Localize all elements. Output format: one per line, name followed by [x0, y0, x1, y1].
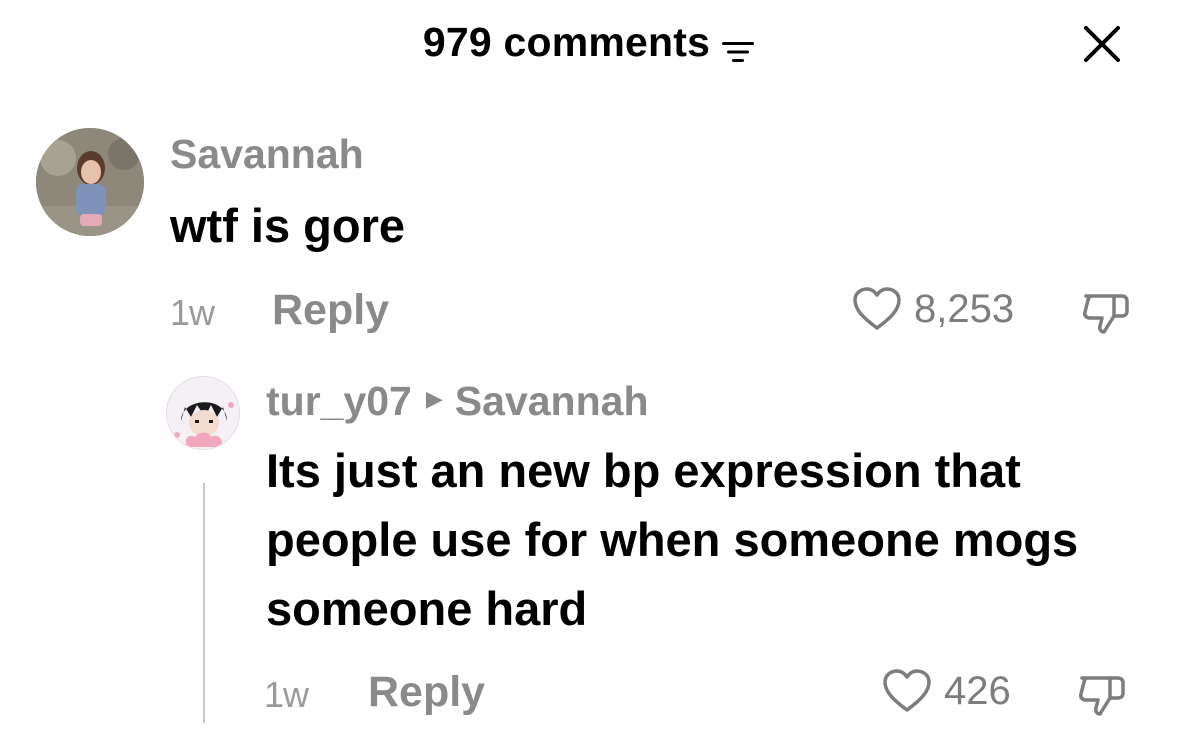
heart-icon: [853, 287, 901, 330]
comment-username[interactable]: Savannah: [170, 130, 364, 178]
dislike-button[interactable]: [1080, 288, 1132, 341]
reply-button[interactable]: Reply: [272, 286, 389, 335]
thumbs-down-icon: [1079, 676, 1125, 716]
reply-button[interactable]: Reply: [368, 668, 485, 717]
avatar[interactable]: [166, 376, 240, 450]
thumbs-down-icon: [1083, 294, 1129, 334]
heart-icon: [883, 669, 931, 712]
dislike-button[interactable]: [1076, 670, 1128, 723]
close-icon: [1084, 26, 1120, 62]
like-count: 8,253: [914, 286, 1015, 331]
thread-line: [203, 483, 205, 723]
like-count: 426: [944, 668, 1011, 713]
reply-header: tur_y07 ▶ Savannah: [266, 377, 649, 425]
reply-timestamp: 1w: [264, 674, 309, 715]
close-button[interactable]: [1076, 18, 1128, 70]
reply-username[interactable]: tur_y07: [266, 377, 412, 425]
avatar[interactable]: [36, 128, 144, 236]
reply-to-username[interactable]: Savannah: [455, 377, 649, 425]
comment-timestamp: 1w: [170, 292, 215, 333]
sort-lines-icon[interactable]: [720, 28, 756, 63]
comments-count-title: 979 comments: [422, 19, 711, 65]
like-button[interactable]: 426: [882, 668, 1011, 714]
reply-arrow-icon: ▶: [425, 386, 443, 411]
like-button[interactable]: 8,253: [852, 286, 1014, 332]
comment-text: wtf is gore: [170, 199, 406, 252]
comments-header: 979 comments: [0, 0, 1179, 90]
reply-text: Its just an new bp expression that peopl…: [266, 444, 1079, 635]
comments-title-row: 979 comments: [0, 18, 1179, 66]
